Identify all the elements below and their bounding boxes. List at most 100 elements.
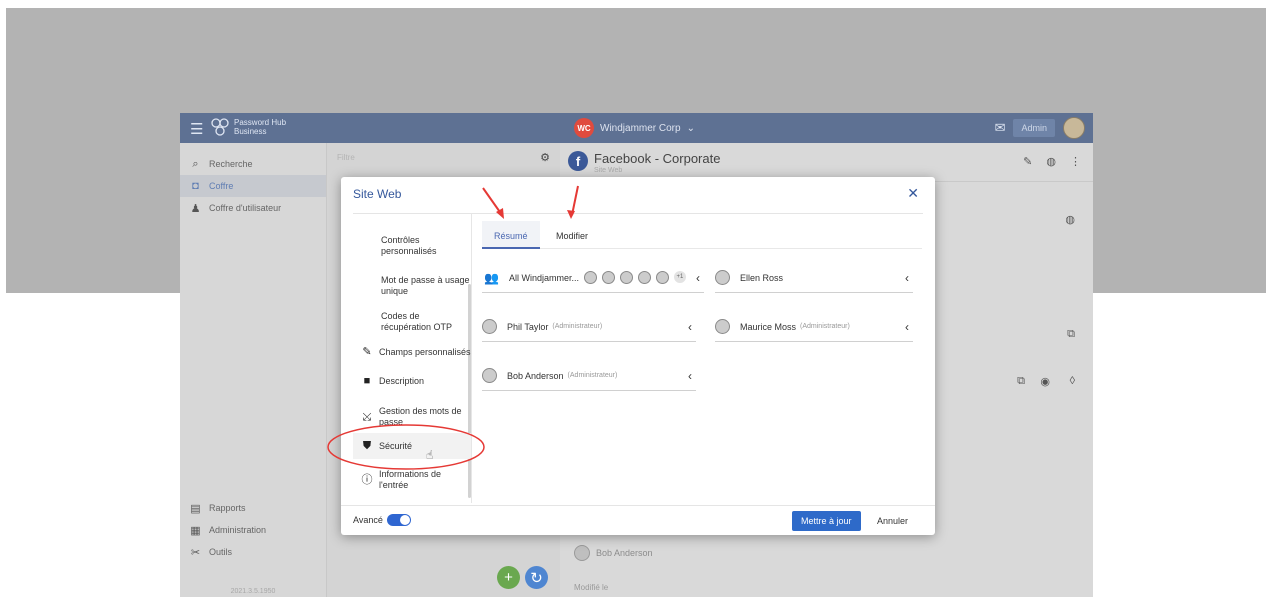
globe-icon[interactable]: ◍ bbox=[1046, 155, 1056, 168]
nav-item-custom-controls[interactable]: Contrôles personnalisés bbox=[353, 235, 471, 257]
member-name: Bob Anderson bbox=[507, 370, 564, 381]
sidebar-item-label: Recherche bbox=[209, 159, 253, 169]
expand-chevron-icon[interactable]: ‹ bbox=[905, 271, 909, 285]
sync-button[interactable]: ↻ bbox=[525, 566, 548, 589]
cancel-button[interactable]: Annuler bbox=[877, 516, 908, 526]
advanced-label: Avancé bbox=[353, 515, 383, 525]
chevron-down-icon: ⌄ bbox=[686, 122, 695, 134]
avatar bbox=[715, 270, 730, 285]
copy-icon[interactable]: ⧉ bbox=[1017, 375, 1025, 388]
admin-button[interactable]: Admin bbox=[1013, 119, 1055, 137]
nav-item-label: Sécurité bbox=[379, 440, 413, 451]
sidebar-item-label: Coffre bbox=[209, 181, 234, 191]
company-badge: WC bbox=[574, 118, 594, 138]
divider bbox=[341, 505, 935, 506]
brand-tier: Business bbox=[234, 127, 267, 136]
add-record-button[interactable]: + bbox=[497, 566, 520, 589]
administration-icon: ▦ bbox=[190, 524, 201, 537]
filter-settings-icon[interactable]: ⚙ bbox=[540, 151, 550, 164]
nav-item-label: Champs personnalisés bbox=[379, 347, 471, 357]
sidebar-item-label: Outils bbox=[209, 547, 233, 557]
nav-item-label: Gestion des mots de passe bbox=[379, 406, 462, 427]
expand-chevron-icon[interactable]: ‹ bbox=[696, 271, 700, 285]
sidebar-item-search[interactable]: ⌕ Recherche bbox=[180, 153, 326, 175]
avatar bbox=[601, 271, 615, 284]
member-card[interactable]: Maurice Moss (Administrateur) ‹ bbox=[715, 312, 913, 342]
notifications-icon[interactable]: ✉ bbox=[995, 120, 1006, 136]
avatar bbox=[655, 271, 669, 284]
user-vault-icon: ♟ bbox=[190, 202, 201, 215]
nav-item-label: Codes de récupération OTP bbox=[381, 311, 453, 332]
nav-item-password-management[interactable]: ⤩ Gestion des mots de passe bbox=[353, 406, 471, 428]
brand-name: Password Hub bbox=[234, 118, 287, 127]
keys-logo-icon bbox=[211, 118, 229, 136]
website-dialog: Site Web ✕ Contrôles personnalisés Mot d… bbox=[341, 177, 935, 535]
group-icon: 👥 bbox=[484, 270, 499, 285]
close-icon[interactable]: ✕ bbox=[907, 185, 919, 202]
record-title: Facebook - Corporate bbox=[594, 151, 721, 166]
member-group[interactable]: 👥 All Windjammer... +1 ‹ bbox=[482, 263, 704, 293]
filter-input[interactable]: Filtre bbox=[337, 153, 355, 162]
generate-password-icon[interactable]: ◊ bbox=[1070, 375, 1075, 387]
avatar bbox=[574, 545, 590, 561]
sidebar-item-tools[interactable]: ✂ Outils bbox=[180, 541, 326, 563]
nav-item-description[interactable]: ■ Description bbox=[353, 376, 471, 387]
group-member-avatars: +1 bbox=[583, 271, 686, 284]
shield-icon: ⛊ bbox=[362, 439, 372, 452]
avatar bbox=[583, 271, 597, 284]
nav-item-label: Informations de l'entrée bbox=[379, 469, 442, 490]
expand-chevron-icon[interactable]: ‹ bbox=[688, 369, 692, 383]
sidebar-item-user-vault[interactable]: ♟ Coffre d'utilisateur bbox=[180, 197, 326, 219]
sidebar: ⌕ Recherche ◘ Coffre ♟ Coffre d'utilisat… bbox=[180, 143, 326, 597]
avatar bbox=[715, 319, 730, 334]
sidebar-item-administration[interactable]: ▦ Administration bbox=[180, 519, 326, 541]
company-switcher[interactable]: WC Windjammer Corp ⌄ bbox=[574, 118, 695, 138]
app-version: 2021.3.5.1950 bbox=[230, 588, 276, 595]
edit-icon[interactable]: ✎ bbox=[1023, 155, 1032, 168]
member-card[interactable]: Ellen Ross ‹ bbox=[715, 263, 913, 293]
dialog-nav: Contrôles personnalisés Mot de passe à u… bbox=[353, 223, 471, 497]
search-icon: ⌕ bbox=[192, 157, 199, 170]
nav-item-label: Description bbox=[379, 376, 425, 386]
nav-item-entry-information[interactable]: ⓘ Informations de l'entrée bbox=[353, 469, 471, 491]
modified-by-name: Bob Anderson bbox=[596, 548, 653, 558]
nav-item-security[interactable]: ⛊ Sécurité bbox=[353, 433, 471, 459]
menu-icon[interactable]: ☰ bbox=[190, 120, 203, 138]
more-members-badge: +1 bbox=[673, 271, 686, 283]
nav-item-otp-recovery-codes[interactable]: Codes de récupération OTP bbox=[353, 311, 471, 333]
nav-item-custom-fields[interactable]: ✎ Champs personnalisés bbox=[353, 347, 471, 358]
update-button[interactable]: Mettre à jour bbox=[792, 511, 861, 531]
nav-item-one-time-password[interactable]: Mot de passe à usage unique bbox=[353, 275, 471, 297]
note-icon: ■ bbox=[363, 375, 371, 387]
top-bar: ☰ Password Hub Business WC Windjammer Co… bbox=[180, 113, 1093, 143]
sidebar-item-vault[interactable]: ◘ Coffre bbox=[180, 175, 326, 197]
expand-chevron-icon[interactable]: ‹ bbox=[905, 320, 909, 334]
modified-by-user: Bob Anderson bbox=[574, 545, 653, 561]
sidebar-item-label: Coffre d'utilisateur bbox=[209, 203, 282, 213]
user-avatar[interactable] bbox=[1063, 117, 1085, 139]
nav-item-label: Mot de passe à usage unique bbox=[381, 275, 470, 296]
toggle-switch[interactable] bbox=[386, 514, 411, 526]
modified-date-label: Modifié le bbox=[574, 583, 609, 592]
sidebar-item-label: Rapports bbox=[209, 503, 246, 513]
brand-logo: Password Hub Business bbox=[210, 117, 286, 137]
member-card[interactable]: Bob Anderson (Administrateur) ‹ bbox=[482, 361, 696, 391]
password-management-icon: ⤩ bbox=[362, 410, 372, 423]
tab-edit[interactable]: Modifier bbox=[544, 221, 600, 249]
sidebar-item-reports[interactable]: ▤ Rapports bbox=[180, 497, 326, 519]
show-password-icon[interactable]: ◉ bbox=[1040, 375, 1050, 388]
member-card[interactable]: Phil Taylor (Administrateur) ‹ bbox=[482, 312, 696, 342]
more-icon[interactable]: ⋮ bbox=[1070, 155, 1081, 168]
divider bbox=[353, 213, 923, 214]
company-name: Windjammer Corp bbox=[600, 122, 681, 134]
avatar bbox=[482, 319, 497, 334]
member-name: Maurice Moss bbox=[740, 321, 797, 332]
tab-summary[interactable]: Résumé bbox=[482, 221, 540, 249]
globe-icon[interactable]: ◍ bbox=[1065, 213, 1075, 226]
record-type: Site Web bbox=[594, 167, 623, 174]
copy-icon[interactable]: ⧉ bbox=[1067, 328, 1075, 341]
avatar bbox=[637, 271, 651, 284]
expand-chevron-icon[interactable]: ‹ bbox=[688, 320, 692, 334]
advanced-toggle[interactable]: Avancé bbox=[353, 514, 411, 526]
avatar bbox=[482, 368, 497, 383]
